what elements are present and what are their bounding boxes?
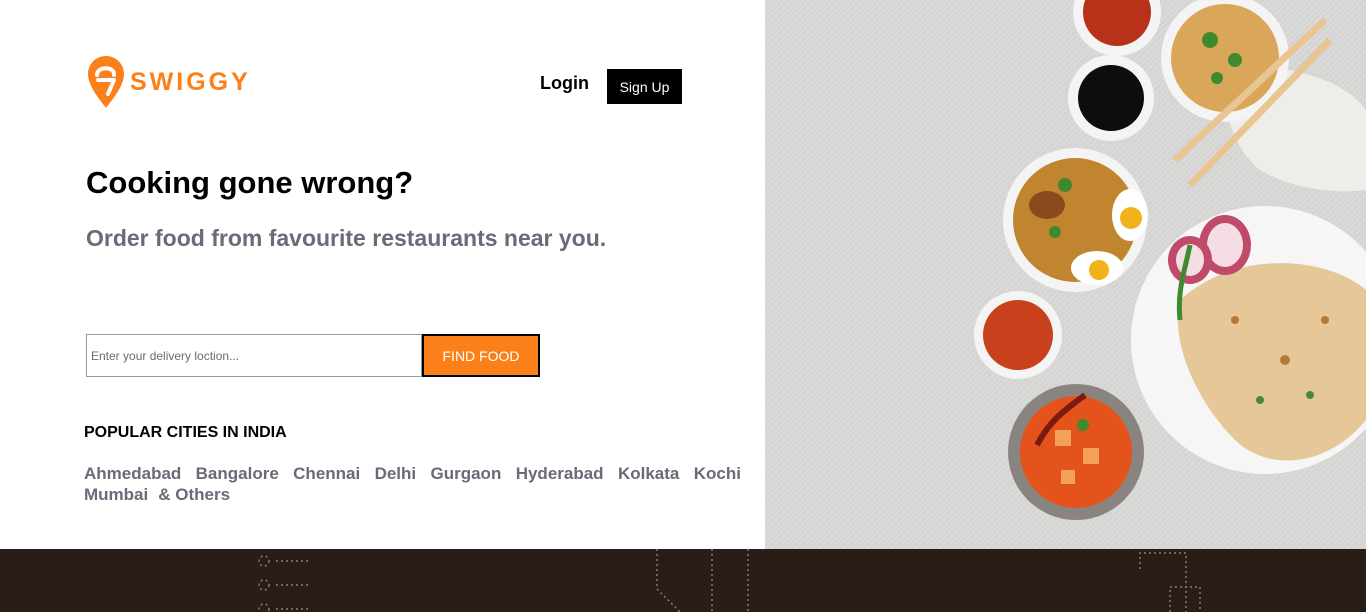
cities-row: Ahmedabad Bangalore Chennai Delhi Gurgao… (84, 463, 741, 484)
city-link-kochi[interactable]: Kochi (694, 463, 741, 484)
city-link-chennai[interactable]: Chennai (293, 463, 360, 484)
city-link-kolkata[interactable]: Kolkata (618, 463, 679, 484)
find-food-button[interactable]: FIND FOOD (422, 334, 540, 377)
city-link-delhi[interactable]: Delhi (375, 463, 417, 484)
city-link-mumbai[interactable]: Mumbai (84, 484, 148, 505)
popular-cities-list: Ahmedabad Bangalore Chennai Delhi Gurgao… (84, 463, 741, 505)
brand-name: SWIGGY (130, 67, 251, 96)
city-link-gurgaon[interactable]: Gurgaon (431, 463, 502, 484)
city-link-bangalore[interactable]: Bangalore (196, 463, 279, 484)
delivery-location-input[interactable] (86, 334, 422, 377)
footer-band (0, 549, 1366, 612)
page-headline: Cooking gone wrong? (86, 165, 414, 200)
page-subheadline: Order food from favourite restaurants ne… (86, 225, 607, 251)
landing-panel: SWIGGY Login Sign Up Cooking gone wrong?… (0, 0, 765, 549)
popular-cities-heading: POPULAR CITIES IN INDIA (84, 424, 287, 441)
footer-pattern (258, 549, 1201, 612)
city-link-hyderabad[interactable]: Hyderabad (516, 463, 604, 484)
food-illustration (765, 0, 1366, 549)
swiggy-logo-icon (88, 56, 124, 108)
cities-row: Mumbai & Others (84, 484, 741, 505)
city-link-ahmedabad[interactable]: Ahmedabad (84, 463, 181, 484)
signup-button[interactable]: Sign Up (607, 69, 682, 104)
login-link[interactable]: Login (540, 73, 589, 94)
brand-logo[interactable]: SWIGGY (88, 56, 251, 108)
food-platters-photo (765, 0, 1366, 549)
city-link-others[interactable]: & Others (158, 484, 230, 505)
